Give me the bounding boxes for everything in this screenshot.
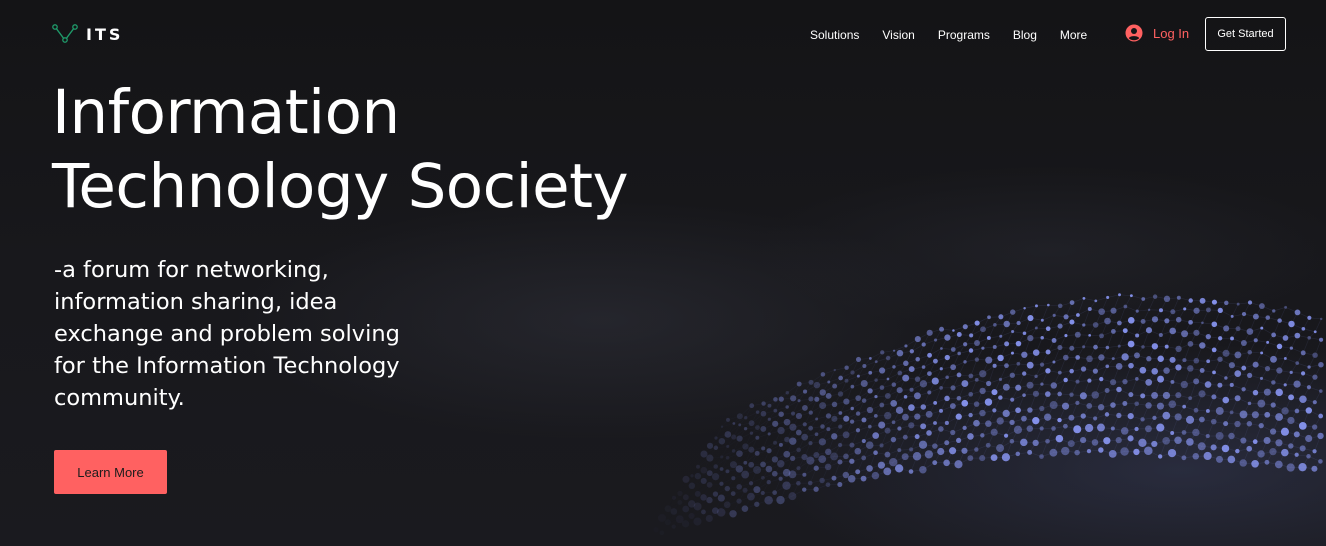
nav-item-blog[interactable]: Blog: [1013, 27, 1037, 43]
logo[interactable]: ITS: [52, 24, 123, 44]
nav-item-more[interactable]: More: [1060, 27, 1087, 43]
learn-more-button[interactable]: Learn More: [54, 450, 167, 494]
logo-text: ITS: [86, 24, 124, 44]
user-avatar-icon: [1125, 24, 1143, 42]
main-nav: Solutions Vision Programs Blog More: [810, 27, 1110, 43]
login-button[interactable]: Log In: [1125, 24, 1189, 42]
page-title: Information Technology Society: [52, 76, 752, 224]
title-line-2: Technology Society: [52, 151, 629, 222]
nav-item-vision[interactable]: Vision: [882, 27, 914, 43]
nav-item-programs[interactable]: Programs: [938, 27, 990, 43]
hero-section: ITS Solutions Vision Programs Blog More …: [0, 0, 1326, 546]
particle-mesh: [670, 293, 1324, 529]
get-started-button[interactable]: Get Started: [1205, 17, 1286, 51]
network-nodes-icon: [52, 24, 78, 43]
hero-subtitle: -a forum for networking, information sha…: [54, 257, 400, 411]
site-header: ITS Solutions Vision Programs Blog More …: [0, 0, 1326, 70]
login-label: Log In: [1153, 25, 1190, 41]
nav-item-solutions[interactable]: Solutions: [810, 27, 859, 43]
title-line-1: Information: [52, 77, 400, 148]
